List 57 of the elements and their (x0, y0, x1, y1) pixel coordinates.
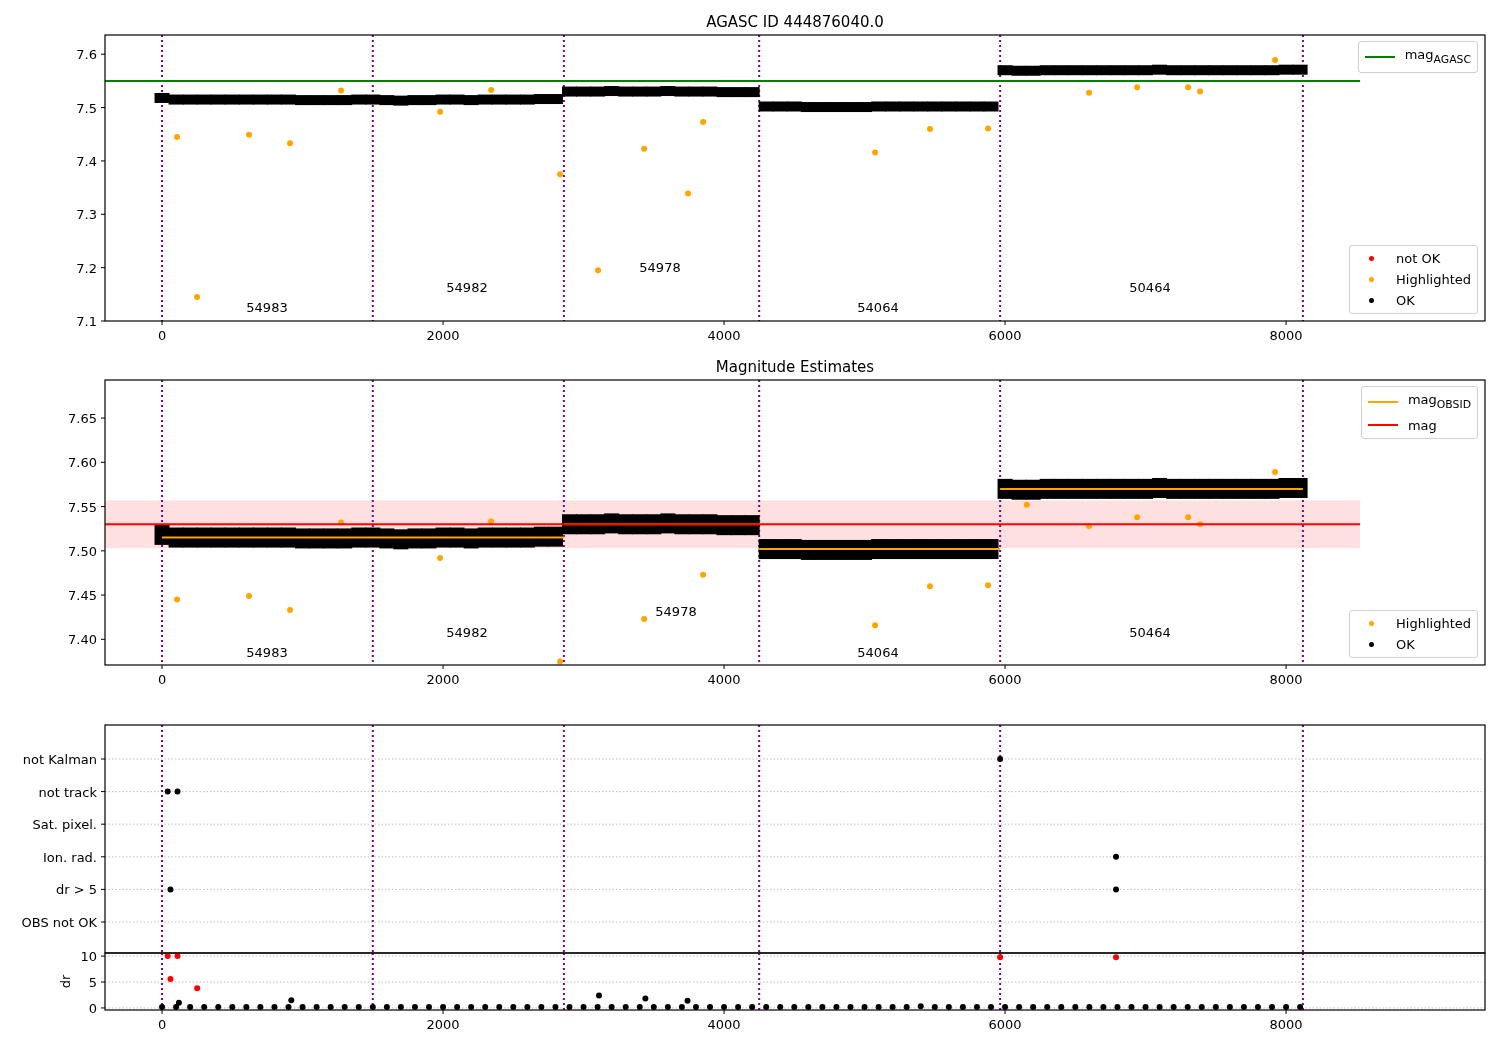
tick-label: dr > 5 (55, 882, 97, 898)
axis-label: dr (58, 974, 73, 989)
obsid-label: 50464 (1129, 280, 1171, 295)
tick-label: 7.55 (68, 499, 97, 515)
chart-title: Magnitude Estimates (715, 358, 875, 376)
tick-label: 7.4 (76, 153, 97, 169)
legend-label: OK (1396, 636, 1415, 654)
tick-label: 2000 (426, 672, 460, 687)
tick-label: 0 (157, 1017, 167, 1032)
tick-label: 0 (88, 1000, 97, 1016)
legend-label: Highlighted (1396, 271, 1471, 289)
legend-label: mag$_{AGASC}$ (1404, 46, 1471, 68)
tick-label: 7.50 (68, 543, 97, 559)
obsid-label: 54064 (857, 300, 899, 315)
tick-label: 7.40 (68, 632, 97, 648)
tick-label: 4000 (707, 328, 741, 343)
tick-label: not Kalman (22, 752, 97, 767)
tick-label: 7.2 (76, 260, 97, 276)
tick-label: 7.3 (76, 207, 97, 223)
tick-label: 4000 (707, 672, 741, 687)
legend-label: mag (1407, 416, 1437, 435)
obsid-label: 54982 (446, 625, 488, 640)
tick-label: OBS not OK (21, 915, 97, 930)
tick-label: 7.45 (68, 588, 97, 604)
legend-label: not OK (1396, 250, 1441, 268)
tick-label: 2000 (426, 328, 460, 343)
tick-label: 6000 (988, 1017, 1022, 1032)
tick-label: 6000 (988, 672, 1022, 687)
tick-label: 8000 (1269, 1017, 1303, 1032)
obsid-label: 54983 (246, 300, 288, 315)
tick-label: 4000 (707, 1017, 741, 1032)
tick-label: 0 (157, 672, 167, 687)
tick-label: 7.1 (76, 314, 97, 329)
tick-label: 2000 (426, 1017, 460, 1032)
tick-label: Sat. pixel. (32, 817, 97, 833)
tick-label: 0 (157, 328, 167, 343)
tick-label: 10 (80, 949, 97, 965)
tick-label: 8000 (1269, 672, 1303, 687)
tick-label: 7.6 (76, 47, 97, 63)
obsid-label: 50464 (1129, 625, 1171, 640)
obsid-label: 54982 (446, 280, 488, 295)
chart-title: AGASC ID 444876040.0 (706, 13, 884, 31)
tick-label: not track (38, 784, 97, 800)
tick-label: Ion. rad. (43, 849, 97, 865)
tick-label: 7.65 (68, 411, 97, 427)
obsid-label: 54064 (857, 645, 899, 660)
obsid-label: 54983 (246, 645, 288, 660)
tick-label: 6000 (988, 328, 1022, 343)
tick-label: 5 (88, 975, 97, 990)
legend-label: Highlighted (1396, 615, 1471, 633)
obsid-label: 54978 (655, 604, 697, 619)
tick-label: 8000 (1269, 328, 1303, 343)
legend-label: mag$_{OBSID}$ (1407, 391, 1471, 413)
obsid-label: 54978 (639, 260, 681, 275)
legend-label: OK (1396, 292, 1415, 310)
tick-label: 7.60 (68, 455, 97, 471)
tick-label: 7.5 (76, 100, 97, 116)
